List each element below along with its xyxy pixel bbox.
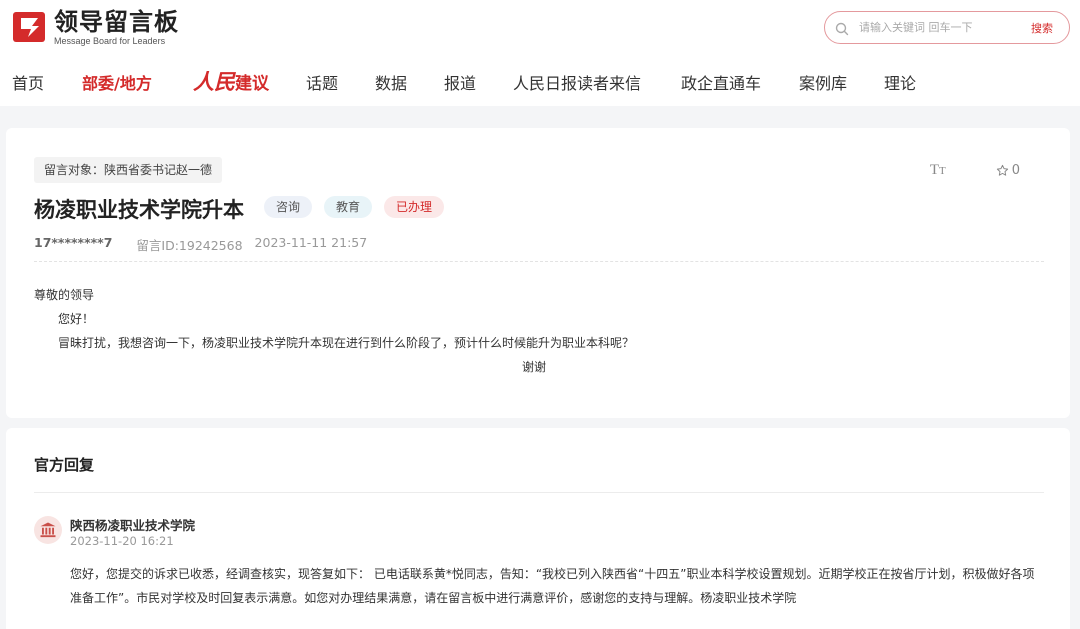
search-input[interactable] (859, 17, 1027, 38)
nav-people-suggestions[interactable]: 人民建议 (193, 66, 269, 96)
government-building-icon (34, 516, 62, 544)
nav-enterprise-express[interactable]: 政企直通车 (681, 70, 761, 94)
nav-people-suggestions-suffix: 建议 (235, 74, 269, 94)
logo-title: 领导留言板 (54, 8, 179, 36)
search-box: 搜索 (824, 11, 1070, 44)
nav-home[interactable]: 首页 (12, 70, 44, 94)
nav-topics[interactable]: 话题 (306, 70, 338, 94)
message-card: 留言对象：陕西省委书记赵一德 TT 0 杨凌职业技术学院升本 咨询 教育 已办理… (6, 128, 1070, 418)
logo-icon (12, 8, 48, 44)
status-badge: 已办理 (384, 196, 445, 218)
tag-type-badge: 咨询 (264, 196, 313, 218)
message-greeting: 您好！ (58, 312, 95, 326)
nav-case-library[interactable]: 案例库 (799, 70, 847, 94)
reply-organization: 陕西杨凌职业技术学院 (70, 518, 196, 533)
search-button[interactable]: 搜索 (1031, 20, 1053, 36)
message-salutation: 尊敬的领导 (34, 288, 95, 302)
message-tools: TT 0 (930, 162, 1020, 179)
message-tags: 咨询 教育 已办理 (264, 196, 456, 218)
favorite-button[interactable]: 0 (996, 163, 1020, 178)
message-target: 留言对象：陕西省委书记赵一德 (34, 157, 223, 183)
message-user: 17********7 (34, 235, 113, 250)
tag-domain-badge: 教育 (324, 196, 373, 218)
reply-heading: 官方回复 (34, 456, 95, 474)
search-icon (835, 21, 849, 35)
reply-card: 官方回复 陕西杨凌职业技术学院 2023-11-20 16:21 您好，您提交的… (6, 428, 1070, 629)
site-header: 领导留言板 Message Board for Leaders 搜索 首页 部委… (0, 0, 1080, 106)
reply-content: 您好，您提交的诉求已收悉，经调查核实，现答复如下： 已电话联系黄*悦同志，告知：… (70, 567, 1035, 605)
site-logo[interactable]: 领导留言板 Message Board for Leaders (12, 8, 179, 48)
logo-subtitle: Message Board for Leaders (54, 36, 166, 46)
nav-ministries-local[interactable]: 部委/地方 (82, 70, 152, 94)
message-content: 冒昧打扰，我想咨询一下，杨凌职业技术学院升本现在进行到什么阶段了，预计什么时候能… (58, 336, 635, 350)
reply-divider (34, 492, 1044, 493)
nav-reports[interactable]: 报道 (444, 70, 476, 94)
nav-theory[interactable]: 理论 (884, 70, 916, 94)
star-icon (996, 164, 1008, 176)
message-divider (34, 261, 1044, 262)
reply-date: 2023-11-20 16:21 (70, 534, 174, 548)
message-title: 杨凌职业技术学院升本 (34, 198, 244, 222)
main-nav: 首页 部委/地方 人民建议 话题 数据 报道 人民日报读者来信 政企直通车 案例… (0, 62, 1080, 102)
nav-data[interactable]: 数据 (375, 70, 407, 94)
favorite-count: 0 (1011, 163, 1020, 178)
text-size-icon[interactable]: TT (930, 162, 946, 179)
nav-readers-letters[interactable]: 人民日报读者来信 (513, 70, 641, 94)
message-body: 尊敬的领导 您好！ 冒昧打扰，我想咨询一下，杨凌职业技术学院升本现在进行到什么阶… (34, 283, 1034, 379)
nav-people-suggestions-script: 人民 (193, 69, 235, 94)
message-meta: 17********7 留言ID:19242568 2023-11-11 21:… (34, 235, 367, 254)
message-id: 留言ID:19242568 (136, 238, 243, 253)
message-time: 2023-11-11 21:57 (254, 235, 368, 250)
message-closing: 谢谢 (521, 360, 546, 374)
